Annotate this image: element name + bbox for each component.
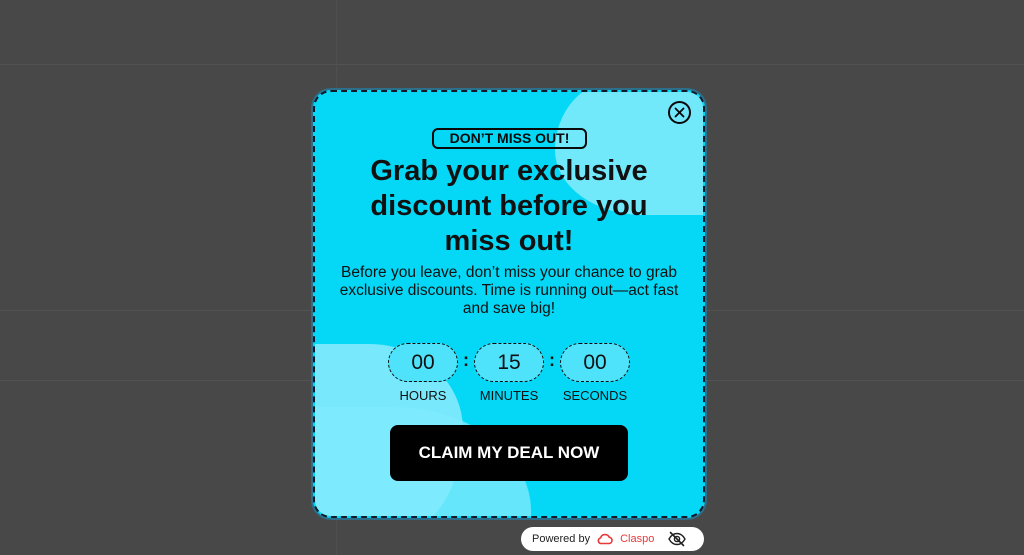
exit-intent-popup: DON’T MISS OUT! Grab your exclusive disc…: [313, 90, 705, 518]
claim-deal-button[interactable]: CLAIM MY DEAL NOW: [390, 425, 628, 481]
close-icon: [674, 107, 685, 118]
urgency-badge: DON’T MISS OUT!: [432, 128, 587, 149]
countdown-seconds-label: SECONDS: [562, 388, 628, 403]
countdown-separator: :: [549, 350, 555, 370]
claspo-cloud-icon: [596, 533, 614, 545]
countdown-minutes-label: MINUTES: [479, 388, 539, 403]
eye-off-icon[interactable]: [667, 531, 687, 547]
countdown-separator: :: [463, 350, 469, 370]
brand-name: Claspo: [620, 533, 655, 545]
powered-by-text: Powered by: [532, 533, 591, 545]
popup-description: Before you leave, don’t miss your chance…: [339, 264, 679, 317]
popup-headline: Grab your exclusive discount before you …: [370, 155, 648, 257]
countdown-minutes: 15: [474, 343, 544, 382]
countdown-hours-label: HOURS: [399, 388, 447, 403]
close-button[interactable]: [668, 101, 691, 124]
background-divider: [0, 64, 1024, 65]
powered-by-badge[interactable]: Powered by Claspo: [521, 527, 704, 551]
countdown-seconds: 00: [560, 343, 630, 382]
countdown-hours: 00: [388, 343, 458, 382]
